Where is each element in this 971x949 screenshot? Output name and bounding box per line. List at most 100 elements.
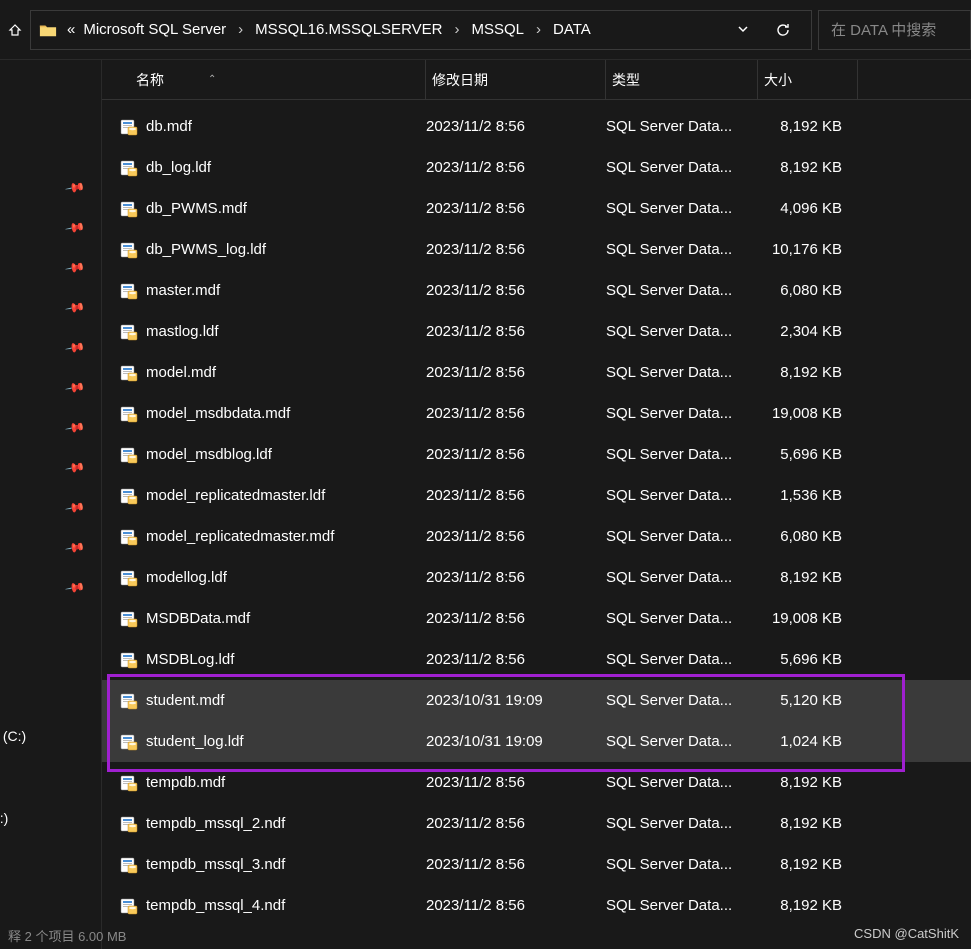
nav-up-button[interactable] [0, 10, 30, 50]
file-size: 8,192 KB [760, 856, 860, 873]
file-row[interactable]: db_PWMS.mdf 2023/11/2 8:56 SQL Server Da… [102, 188, 971, 229]
file-name: db_PWMS.mdf [146, 200, 247, 217]
file-size: 8,192 KB [760, 897, 860, 914]
file-type: SQL Server Data... [606, 569, 760, 586]
file-pane: 名称 ⌃ 修改日期 类型 大小 db.mdf 2023/11/2 8:56 SQ… [102, 60, 971, 949]
breadcrumb-bar[interactable]: « Microsoft SQL Server › MSSQL16.MSSQLSE… [30, 10, 812, 50]
refresh-button[interactable] [763, 22, 803, 38]
pin-icon[interactable]: 📌 [64, 377, 86, 399]
file-size: 8,192 KB [760, 774, 860, 791]
file-type: SQL Server Data... [606, 405, 760, 422]
file-date: 2023/11/2 8:56 [426, 200, 606, 217]
file-name: model_msdblog.ldf [146, 446, 272, 463]
pin-icon[interactable]: 📌 [64, 297, 86, 319]
file-date: 2023/11/2 8:56 [426, 856, 606, 873]
database-file-icon [120, 323, 138, 341]
chevron-down-icon[interactable] [731, 22, 755, 38]
file-type: SQL Server Data... [606, 856, 760, 873]
file-date: 2023/11/2 8:56 [426, 569, 606, 586]
pin-icon[interactable]: 📌 [64, 537, 86, 559]
column-headers: 名称 ⌃ 修改日期 类型 大小 [102, 60, 971, 100]
header-date[interactable]: 修改日期 [426, 60, 606, 99]
database-file-icon [120, 856, 138, 874]
file-row[interactable]: tempdb_mssql_3.ndf 2023/11/2 8:56 SQL Se… [102, 844, 971, 885]
database-file-icon [120, 487, 138, 505]
file-size: 5,696 KB [760, 446, 860, 463]
file-name: student.mdf [146, 692, 224, 709]
breadcrumb: « Microsoft SQL Server › MSSQL16.MSSQLSE… [65, 19, 731, 40]
pin-icon[interactable]: 📌 [64, 217, 86, 239]
file-row[interactable]: student_log.ldf 2023/10/31 19:09 SQL Ser… [102, 721, 971, 762]
sidebar-partial[interactable]: 0:) [0, 810, 8, 826]
file-type: SQL Server Data... [606, 651, 760, 668]
status-bar: 释 2 个项目 6.00 MB [0, 922, 134, 949]
breadcrumb-prefix[interactable]: « [65, 19, 77, 40]
pin-icon[interactable]: 📌 [64, 177, 86, 199]
header-name[interactable]: 名称 ⌃ [130, 60, 426, 99]
breadcrumb-item[interactable]: Microsoft SQL Server [81, 19, 228, 40]
file-name: model_msdbdata.mdf [146, 405, 290, 422]
search-input[interactable]: 在 DATA 中搜索 [818, 10, 971, 50]
breadcrumb-item[interactable]: MSSQL16.MSSQLSERVER [253, 19, 444, 40]
file-row[interactable]: model.mdf 2023/11/2 8:56 SQL Server Data… [102, 352, 971, 393]
file-row[interactable]: MSDBLog.ldf 2023/11/2 8:56 SQL Server Da… [102, 639, 971, 680]
pin-icon[interactable]: 📌 [64, 577, 86, 599]
file-row[interactable]: db_log.ldf 2023/11/2 8:56 SQL Server Dat… [102, 147, 971, 188]
file-row[interactable]: model_replicatedmaster.mdf 2023/11/2 8:5… [102, 516, 971, 557]
breadcrumb-item[interactable]: DATA [551, 19, 593, 40]
file-row[interactable]: tempdb_mssql_4.ndf 2023/11/2 8:56 SQL Se… [102, 885, 971, 926]
database-file-icon [120, 282, 138, 300]
file-row[interactable]: model_msdblog.ldf 2023/11/2 8:56 SQL Ser… [102, 434, 971, 475]
file-size: 2,304 KB [760, 323, 860, 340]
file-row[interactable]: tempdb_mssql_2.ndf 2023/11/2 8:56 SQL Se… [102, 803, 971, 844]
file-row[interactable]: mastlog.ldf 2023/11/2 8:56 SQL Server Da… [102, 311, 971, 352]
file-name: model.mdf [146, 364, 216, 381]
file-type: SQL Server Data... [606, 733, 760, 750]
file-row[interactable]: tempdb.mdf 2023/11/2 8:56 SQL Server Dat… [102, 762, 971, 803]
header-type[interactable]: 类型 [606, 60, 758, 99]
database-file-icon [120, 118, 138, 136]
file-size: 19,008 KB [760, 610, 860, 627]
chevron-right-icon[interactable]: › [448, 21, 465, 38]
file-type: SQL Server Data... [606, 815, 760, 832]
file-date: 2023/11/2 8:56 [426, 159, 606, 176]
pin-icon[interactable]: 📌 [64, 417, 86, 439]
file-row[interactable]: db_PWMS_log.ldf 2023/11/2 8:56 SQL Serve… [102, 229, 971, 270]
file-type: SQL Server Data... [606, 774, 760, 791]
file-name: student_log.ldf [146, 733, 244, 750]
file-type: SQL Server Data... [606, 364, 760, 381]
file-date: 2023/11/2 8:56 [426, 282, 606, 299]
file-name: tempdb_mssql_3.ndf [146, 856, 285, 873]
file-size: 4,096 KB [760, 200, 860, 217]
chevron-right-icon[interactable]: › [232, 21, 249, 38]
file-row[interactable]: model_msdbdata.mdf 2023/11/2 8:56 SQL Se… [102, 393, 971, 434]
database-file-icon [120, 241, 138, 259]
sidebar: 📌 📌 📌 📌 📌 📌 📌 📌 📌 📌 📌 [0, 60, 102, 949]
pin-icon[interactable]: 📌 [64, 257, 86, 279]
file-row[interactable]: modellog.ldf 2023/11/2 8:56 SQL Server D… [102, 557, 971, 598]
pin-icon[interactable]: 📌 [64, 337, 86, 359]
sidebar-drive-c[interactable]: s (C:) [0, 728, 26, 744]
file-row[interactable]: model_replicatedmaster.ldf 2023/11/2 8:5… [102, 475, 971, 516]
file-date: 2023/11/2 8:56 [426, 446, 606, 463]
file-row[interactable]: MSDBData.mdf 2023/11/2 8:56 SQL Server D… [102, 598, 971, 639]
file-row[interactable]: db.mdf 2023/11/2 8:56 SQL Server Data...… [102, 106, 971, 147]
chevron-right-icon[interactable]: › [530, 21, 547, 38]
file-row[interactable]: student.mdf 2023/10/31 19:09 SQL Server … [102, 680, 971, 721]
pin-icon[interactable]: 📌 [64, 497, 86, 519]
file-size: 8,192 KB [760, 118, 860, 135]
file-name: db_PWMS_log.ldf [146, 241, 266, 258]
database-file-icon [120, 364, 138, 382]
file-name: model_replicatedmaster.ldf [146, 487, 325, 504]
file-size: 5,696 KB [760, 651, 860, 668]
database-file-icon [120, 815, 138, 833]
file-type: SQL Server Data... [606, 323, 760, 340]
file-name: tempdb_mssql_4.ndf [146, 897, 285, 914]
file-size: 19,008 KB [760, 405, 860, 422]
header-name-label: 名称 [136, 70, 164, 90]
pin-icon[interactable]: 📌 [64, 457, 86, 479]
file-row[interactable]: master.mdf 2023/11/2 8:56 SQL Server Dat… [102, 270, 971, 311]
breadcrumb-item[interactable]: MSSQL [469, 19, 526, 40]
file-list: db.mdf 2023/11/2 8:56 SQL Server Data...… [102, 100, 971, 926]
header-size[interactable]: 大小 [758, 60, 858, 99]
